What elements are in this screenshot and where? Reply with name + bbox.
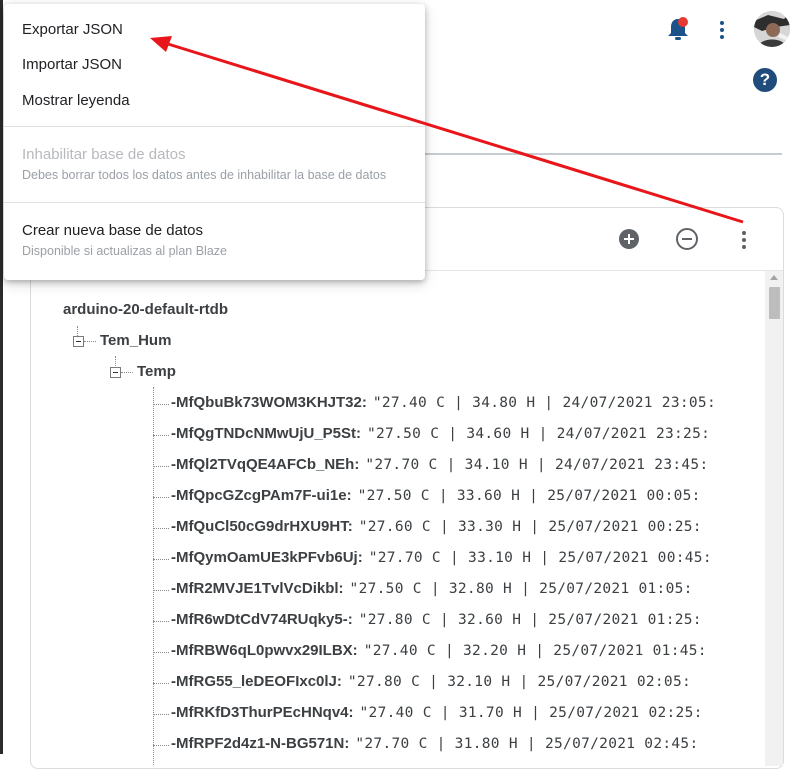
annotation-arrow (150, 36, 744, 224)
